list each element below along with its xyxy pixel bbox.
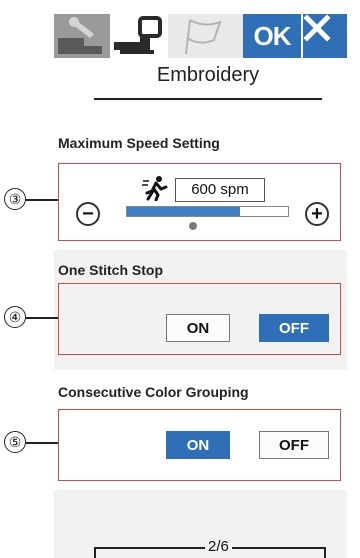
tab-flag[interactable] xyxy=(168,14,243,58)
flag-icon xyxy=(185,19,222,55)
color-grouping-off-button[interactable]: OFF xyxy=(259,431,329,459)
running-man-icon xyxy=(142,175,170,202)
settings-tab-bar: OK xyxy=(54,14,347,58)
callout-3: ③ xyxy=(4,188,26,210)
one-stitch-stop-off-button[interactable]: OFF xyxy=(259,314,329,342)
max-speed-box xyxy=(58,163,341,241)
callout-5-leader xyxy=(26,442,58,444)
callout-5: ⑤ xyxy=(4,431,26,453)
callout-4-leader xyxy=(26,317,58,319)
sewing-machine-icon xyxy=(114,16,162,54)
speed-value-display: 600 spm xyxy=(175,178,265,202)
color-grouping-on-button[interactable]: ON xyxy=(166,431,230,459)
plus-icon: + xyxy=(311,203,323,225)
color-grouping-title: Consecutive Color Grouping xyxy=(58,384,249,400)
wrench-icon xyxy=(58,17,102,54)
tab-tools[interactable] xyxy=(54,14,110,58)
close-button[interactable] xyxy=(303,14,347,58)
speed-slider-fill xyxy=(127,207,240,216)
one-stitch-stop-title: One Stitch Stop xyxy=(58,262,163,278)
speed-decrease-button[interactable]: − xyxy=(76,202,100,226)
minus-icon: − xyxy=(82,203,94,225)
page-indicator: 2/6 xyxy=(205,538,232,555)
one-stitch-stop-on-button[interactable]: ON xyxy=(166,314,230,342)
title-underline xyxy=(94,98,322,100)
tab-embroidery[interactable] xyxy=(110,14,168,58)
max-speed-title: Maximum Speed Setting xyxy=(58,135,220,151)
speed-slider-handle[interactable] xyxy=(189,222,197,230)
close-icon xyxy=(303,14,331,42)
ok-button[interactable]: OK xyxy=(243,14,301,58)
speed-increase-button[interactable]: + xyxy=(305,202,329,226)
callout-4: ④ xyxy=(4,306,26,328)
page-title: Embroidery xyxy=(156,64,260,86)
callout-3-leader xyxy=(26,199,58,201)
speed-slider[interactable] xyxy=(126,206,289,217)
